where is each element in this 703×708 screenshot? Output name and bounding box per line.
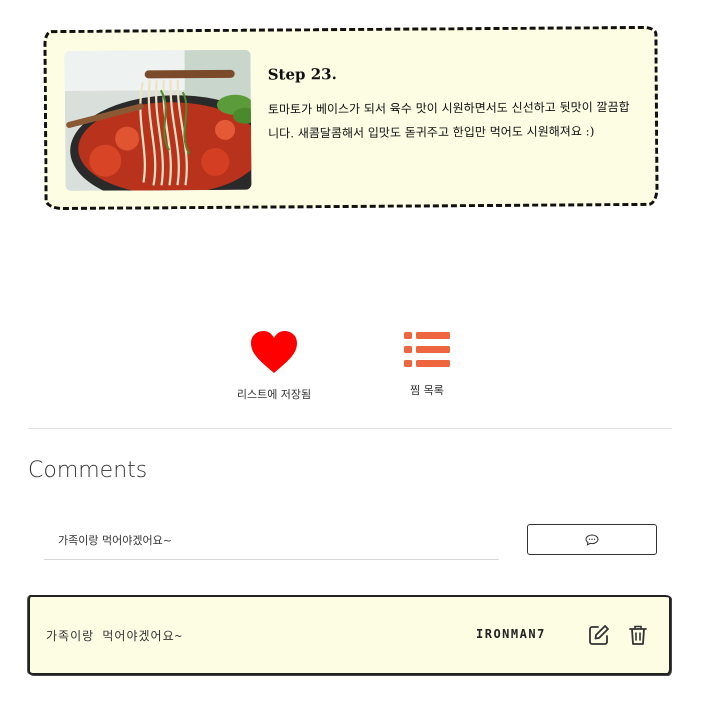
delete-comment-button[interactable] [628, 624, 648, 646]
divider [28, 428, 672, 429]
step-title: Step 23. [267, 65, 337, 84]
comment-item: 가족이랑 먹어야겠어요~ IRONMAN7 [28, 595, 671, 675]
wishlist-action[interactable]: 찜 목록 [367, 330, 487, 398]
step-photo [64, 49, 252, 191]
chat-bubble-icon [585, 533, 599, 546]
step-description: 토마토가 베이스가 되서 육수 맛이 시원하면서도 신선하고 뒷맛이 깔끔합니다… [267, 100, 630, 141]
trash-icon [629, 625, 647, 645]
edit-comment-button[interactable] [588, 624, 610, 646]
comments-title: Comments [28, 458, 148, 483]
favorite-action[interactable]: 리스트에 저장됨 [214, 330, 334, 402]
wishlist-label: 찜 목록 [410, 384, 444, 397]
comment-author: IRONMAN7 [476, 627, 546, 641]
list-icon [404, 332, 450, 367]
step-card: Step 23. 토마토가 베이스가 되서 육수 맛이 시원하면서도 신선하고 … [43, 25, 659, 211]
comment-text: 가족이랑 먹어야겠어요~ [46, 629, 183, 643]
heart-icon [251, 331, 297, 373]
comment-input[interactable] [44, 520, 499, 560]
comment-submit-button[interactable] [527, 524, 657, 555]
favorite-label: 리스트에 저장됨 [236, 388, 312, 401]
edit-icon [589, 625, 609, 645]
